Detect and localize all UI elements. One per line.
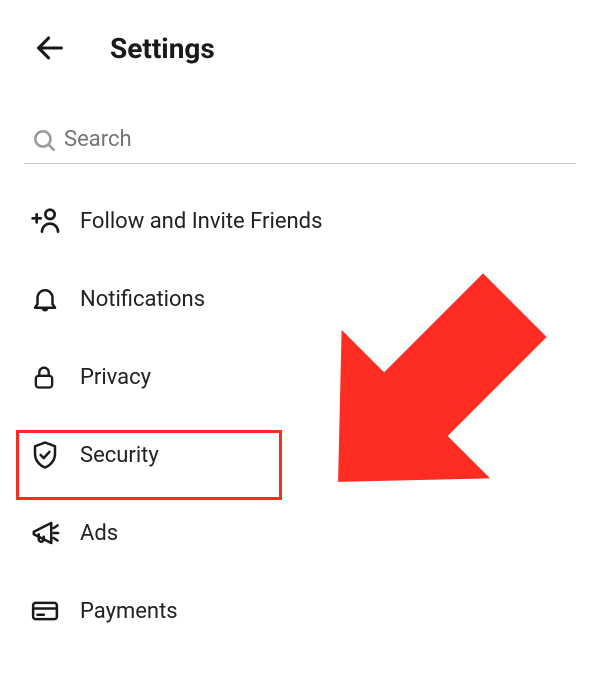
search-row[interactable] <box>24 116 576 164</box>
menu-item-payments[interactable]: Payments <box>0 572 600 650</box>
settings-list: Follow and Invite Friends Notifications … <box>0 182 600 650</box>
menu-item-ads[interactable]: Ads <box>0 494 600 572</box>
menu-label-follow: Follow and Invite Friends <box>80 209 322 234</box>
search-input[interactable] <box>64 127 576 152</box>
search-icon <box>24 120 64 160</box>
arrow-left-icon <box>33 31 67 65</box>
menu-item-notifications[interactable]: Notifications <box>0 260 600 338</box>
menu-label-payments: Payments <box>80 599 178 624</box>
menu-label-notifications: Notifications <box>80 287 205 312</box>
card-icon <box>30 596 60 626</box>
bell-icon <box>30 284 60 314</box>
menu-label-security: Security <box>80 443 159 468</box>
lock-icon <box>30 362 58 392</box>
menu-label-ads: Ads <box>80 521 118 546</box>
menu-item-follow[interactable]: Follow and Invite Friends <box>0 182 600 260</box>
page-title: Settings <box>110 32 215 65</box>
header: Settings <box>0 0 600 86</box>
menu-item-privacy[interactable]: Privacy <box>0 338 600 416</box>
menu-label-privacy: Privacy <box>80 365 151 390</box>
shield-check-icon <box>30 440 60 470</box>
add-person-icon <box>30 205 62 237</box>
menu-item-security[interactable]: Security <box>0 416 600 494</box>
megaphone-icon <box>30 518 60 548</box>
back-button[interactable] <box>30 28 70 68</box>
